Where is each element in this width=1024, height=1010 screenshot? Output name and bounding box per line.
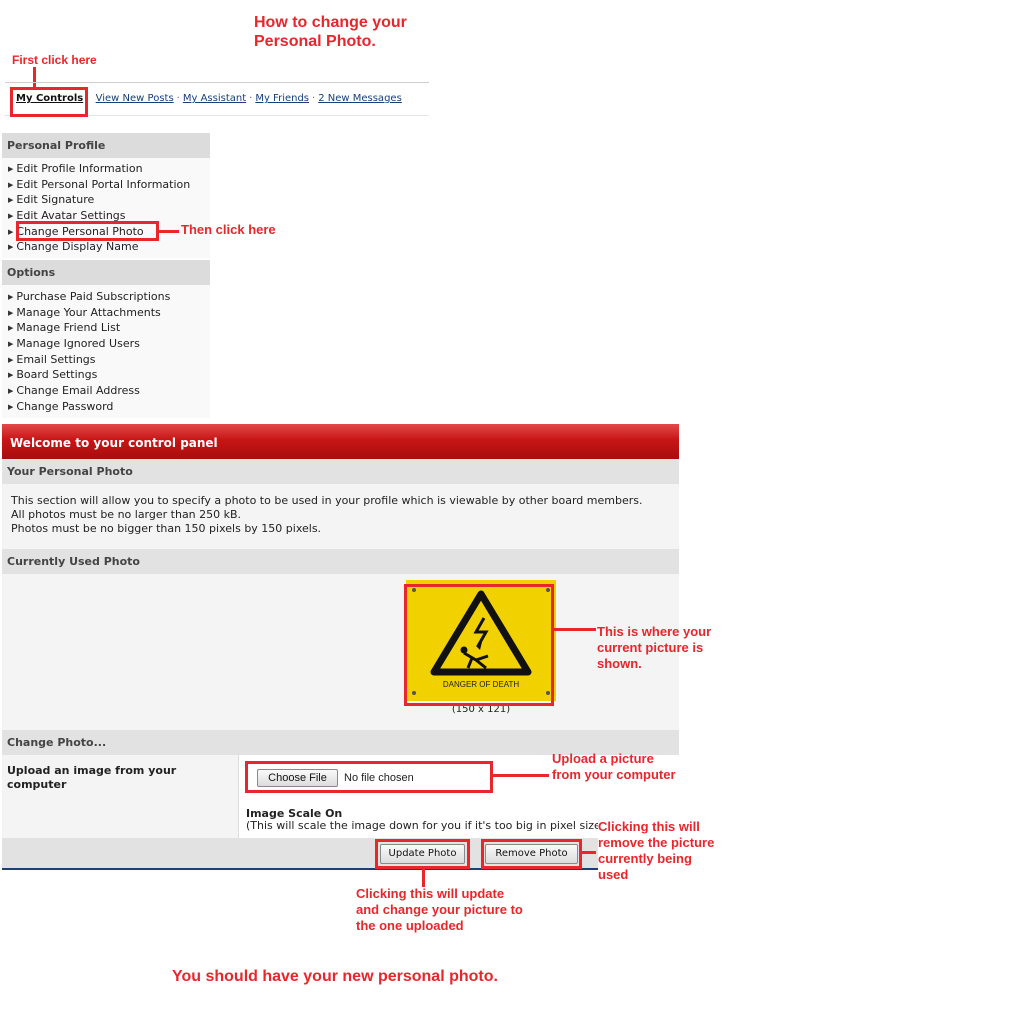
my-controls-highlight xyxy=(10,87,88,117)
update-button-highlight xyxy=(375,839,470,869)
current-picture-arrow-line xyxy=(554,628,596,631)
sidebar-options-item[interactable]: ▶ Purchase Paid Subscriptions xyxy=(2,289,210,305)
nav-new-messages[interactable]: 2 New Messages xyxy=(318,93,402,104)
arrow-right-icon: ▶ xyxy=(8,243,14,252)
upload-note: Upload a picture from your computer xyxy=(552,751,676,782)
sidebar-list-options: ▶ Purchase Paid Subscriptions ▶ Manage Your… xyxy=(2,285,210,418)
arrow-right-icon: ▶ xyxy=(8,387,14,396)
sidebar-heading-options: Options xyxy=(2,260,210,285)
desc-line: All photos must be no larger than 250 kB… xyxy=(11,508,242,521)
desc-line: Photos must be no bigger than 150 pixels… xyxy=(11,522,322,535)
tutorial-title: How to change your Personal Photo. xyxy=(254,14,407,50)
scale-row: Image Scale On (This will scale the imag… xyxy=(2,801,679,839)
arrow-right-icon: ▶ xyxy=(8,212,14,221)
scale-row-empty xyxy=(2,801,239,839)
sidebar-options-item-label: Board Settings xyxy=(16,368,98,382)
nav-my-assistant[interactable]: My Assistant xyxy=(183,93,246,104)
arrow-right-icon: ▶ xyxy=(8,308,14,317)
sidebar-options-item-label: Manage Your Attachments xyxy=(16,305,161,319)
arrow-right-icon: ▶ xyxy=(8,340,14,349)
upload-arrow-line xyxy=(493,774,549,777)
nav-my-friends[interactable]: My Friends xyxy=(255,93,309,104)
sidebar-options-item[interactable]: ▶ Manage Ignored Users xyxy=(2,336,210,352)
upload-label: Upload an image from your computer xyxy=(2,755,239,801)
sidebar-options-item-label: Manage Ignored Users xyxy=(16,337,140,351)
photo-description: This section will allow you to specify a… xyxy=(2,484,679,549)
sidebar-options-item[interactable]: ▶ Board Settings xyxy=(2,367,210,383)
sidebar-options-item[interactable]: ▶ Manage Your Attachments xyxy=(2,305,210,321)
then-click-arrow-line xyxy=(159,230,179,233)
nav-separator: · xyxy=(176,93,180,104)
sidebar-options-item[interactable]: ▶ Change Password xyxy=(2,399,210,415)
arrow-right-icon: ▶ xyxy=(8,371,14,380)
desc-line: This section will allow you to specify a… xyxy=(11,494,643,507)
sidebar-heading-personal-profile: Personal Profile xyxy=(2,133,210,158)
current-photo-area: DANGER OF DEATH (150 x 121) xyxy=(2,574,679,730)
remove-note: Clicking this will remove the picture cu… xyxy=(598,819,723,883)
remove-arrow-line xyxy=(582,851,596,854)
nav-separator: · xyxy=(249,93,253,104)
arrow-right-icon: ▶ xyxy=(8,165,14,173)
arrow-right-icon: ▶ xyxy=(8,402,14,411)
arrow-right-icon: ▶ xyxy=(8,227,14,236)
nav-view-new-posts[interactable]: View New Posts xyxy=(96,93,174,104)
arrow-right-icon: ▶ xyxy=(8,293,14,301)
sidebar-options-item-label: Email Settings xyxy=(16,352,96,366)
remove-button-highlight xyxy=(481,839,582,869)
current-picture-note: This is where your current picture is sh… xyxy=(597,624,712,671)
arrow-right-icon: ▶ xyxy=(8,324,14,333)
update-arrow-line xyxy=(422,869,425,887)
sidebar-profile-item-label: Change Display Name xyxy=(16,240,139,254)
sidebar-options-item-label: Manage Friend List xyxy=(16,321,121,335)
choose-file-highlight xyxy=(245,761,493,793)
sidebar-options: Options ▶ Purchase Paid Subscriptions ▶ Man… xyxy=(2,260,210,418)
sidebar-profile-item[interactable]: ▶ Change Display Name xyxy=(2,239,210,255)
arrow-right-icon: ▶ xyxy=(8,196,14,205)
sidebar-profile-item[interactable]: ▶ Edit Profile Information xyxy=(2,161,210,177)
update-note: Clicking this will update and change you… xyxy=(356,886,523,933)
sidebar-options-item-label: Change Password xyxy=(16,399,114,413)
first-click-note: First click here xyxy=(12,53,97,67)
final-note: You should have your new personal photo. xyxy=(172,968,498,985)
sidebar-list-personal-profile: ▶ Edit Profile Information ▶ Edit Personal … xyxy=(2,158,210,259)
section-your-personal-photo: Your Personal Photo xyxy=(2,459,679,484)
sidebar-profile-item-label: Edit Profile Information xyxy=(16,162,143,175)
sidebar-profile-item-label: Edit Personal Portal Information xyxy=(16,177,191,191)
sidebar-options-item[interactable]: ▶ Manage Friend List xyxy=(2,320,210,336)
change-photo-highlight xyxy=(16,221,159,241)
nav-separator: · xyxy=(312,93,316,104)
current-photo-highlight xyxy=(404,584,554,706)
arrow-right-icon: ▶ xyxy=(8,355,14,364)
sidebar-profile-item[interactable]: ▶ Edit Personal Portal Information xyxy=(2,177,210,193)
sidebar-options-item[interactable]: ▶ Email Settings xyxy=(2,352,210,368)
panel-title: Welcome to your control panel xyxy=(2,424,679,459)
then-click-note: Then click here xyxy=(181,222,276,237)
arrow-right-icon: ▶ xyxy=(8,180,14,189)
sidebar-options-item-label: Purchase Paid Subscriptions xyxy=(16,290,171,303)
section-currently-used-photo: Currently Used Photo xyxy=(2,549,679,574)
sidebar-options-item[interactable]: ▶ Change Email Address xyxy=(2,383,210,399)
sidebar-options-item-label: Change Email Address xyxy=(16,384,140,398)
sidebar-profile-item-label: Edit Signature xyxy=(16,193,95,207)
sidebar-profile-item[interactable]: ▶ Edit Signature xyxy=(2,192,210,208)
